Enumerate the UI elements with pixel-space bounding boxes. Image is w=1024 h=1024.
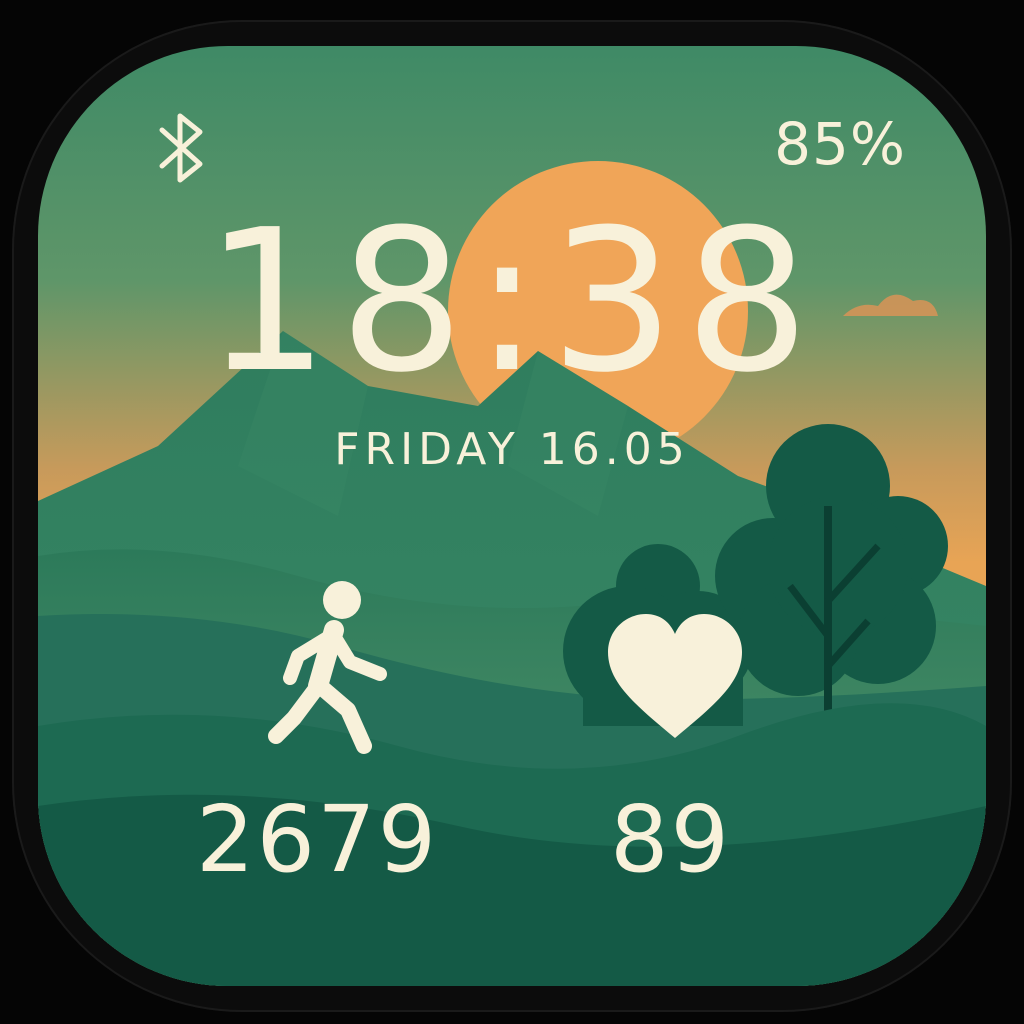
- time-display: 18:38: [204, 188, 820, 416]
- watch-screen: 85% 18:38 FRIDAY 16.05 2679 89: [38, 46, 986, 986]
- bluetooth-icon: [159, 113, 203, 183]
- date-display: FRIDAY 16.05: [334, 424, 690, 475]
- heart-icon: [608, 614, 742, 738]
- heart-rate-value: 89: [610, 786, 732, 893]
- walking-person-icon: [268, 581, 387, 754]
- battery-level: 85%: [774, 110, 906, 178]
- step-count: 2679: [196, 786, 439, 893]
- landscape-background: [38, 46, 986, 986]
